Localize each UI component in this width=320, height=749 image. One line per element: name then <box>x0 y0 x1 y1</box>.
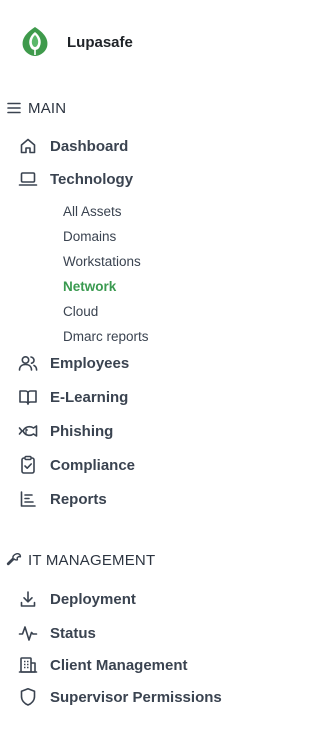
book-open-icon <box>18 387 38 407</box>
nav-supervisor-permissions-label: Supervisor Permissions <box>50 688 222 706</box>
sub-item-all-assets[interactable]: All Assets <box>63 201 122 221</box>
nav-client-management-label: Client Management <box>50 656 188 674</box>
nav-phishing-label: Phishing <box>50 422 114 440</box>
home-icon <box>18 136 38 156</box>
nav-deployment-label: Deployment <box>50 590 136 608</box>
nav-technology-label: Technology <box>50 170 134 188</box>
nav-dashboard[interactable]: Dashboard <box>18 133 238 159</box>
section-main-label: MAIN <box>28 99 67 117</box>
fish-icon <box>18 421 38 441</box>
users-icon <box>18 353 38 373</box>
laptop-icon <box>18 169 38 189</box>
menu-icon[interactable] <box>4 98 24 118</box>
nav-status-label: Status <box>50 624 96 642</box>
section-it-management-label: IT MANAGEMENT <box>28 551 156 569</box>
nav-deployment[interactable]: Deployment <box>18 586 238 612</box>
brand-name: Lupasafe <box>67 33 133 51</box>
sub-item-dmarc-reports[interactable]: Dmarc reports <box>63 326 149 346</box>
nav-reports-label: Reports <box>50 490 107 508</box>
sub-item-workstations[interactable]: Workstations <box>63 251 141 271</box>
nav-compliance-label: Compliance <box>50 456 136 474</box>
shield-icon <box>18 687 38 707</box>
nav-technology[interactable]: Technology <box>18 166 238 192</box>
nav-employees-label: Employees <box>50 354 130 372</box>
nav-employees[interactable]: Employees <box>18 350 238 376</box>
report-lines-icon <box>18 489 38 509</box>
nav-reports[interactable]: Reports <box>18 486 238 512</box>
clipboard-check-icon <box>18 455 38 475</box>
nav-client-management[interactable]: Client Management <box>18 652 238 678</box>
lupasafe-logo-icon <box>18 25 52 59</box>
sub-item-network[interactable]: Network <box>63 276 116 296</box>
building-icon <box>18 655 38 675</box>
section-it-management: IT MANAGEMENT <box>4 550 155 570</box>
nav-status[interactable]: Status <box>18 620 238 646</box>
nav-dashboard-label: Dashboard <box>50 137 129 155</box>
wrench-icon <box>4 550 24 570</box>
section-main: MAIN <box>4 98 66 118</box>
nav-supervisor-permissions[interactable]: Supervisor Permissions <box>18 684 238 710</box>
sub-item-cloud[interactable]: Cloud <box>63 301 98 321</box>
nav-elearning-label: E-Learning <box>50 388 129 406</box>
brand[interactable]: Lupasafe <box>18 24 228 60</box>
activity-icon <box>18 623 38 643</box>
nav-phishing[interactable]: Phishing <box>18 418 238 444</box>
download-icon <box>18 589 38 609</box>
nav-elearning[interactable]: E-Learning <box>18 384 238 410</box>
nav-compliance[interactable]: Compliance <box>18 452 238 478</box>
sub-item-domains[interactable]: Domains <box>63 226 116 246</box>
